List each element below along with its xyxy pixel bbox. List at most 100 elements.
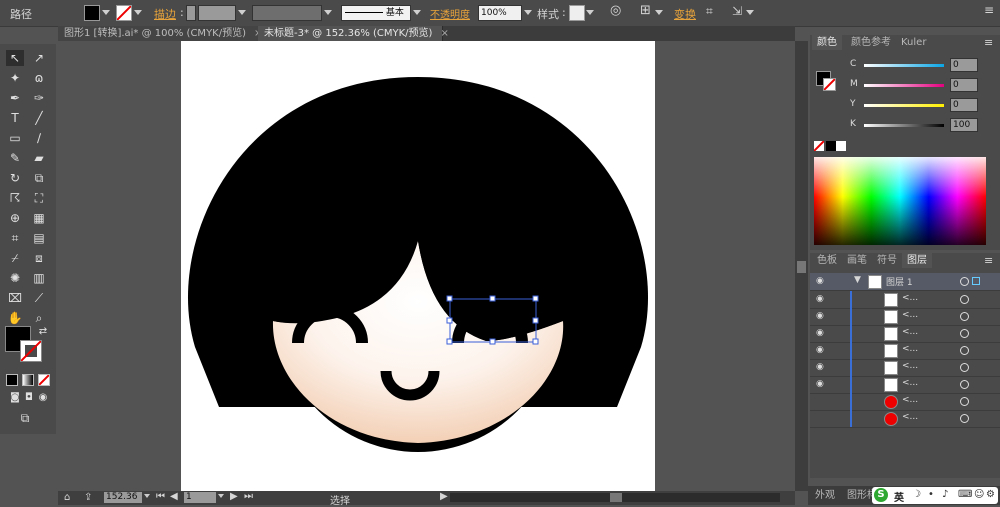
visibility-eye-icon[interactable]: ◉: [816, 328, 824, 338]
tab-symbols[interactable]: 符号: [872, 253, 902, 268]
target-icon[interactable]: [960, 363, 969, 372]
target-icon[interactable]: [960, 380, 969, 389]
chevron-down-icon[interactable]: [238, 10, 246, 15]
transform-label[interactable]: 变换: [674, 6, 696, 22]
layer-row[interactable]: ◉ <...: [810, 308, 1000, 326]
chevron-down-icon[interactable]: [218, 494, 224, 498]
recolor-icon[interactable]: ◎: [610, 3, 621, 18]
zoom-field[interactable]: 152.36: [104, 492, 142, 503]
tab-swatches[interactable]: 色板: [812, 253, 842, 268]
layer-row[interactable]: <...: [810, 393, 1000, 411]
layer-row-main[interactable]: ◉ ▼ 图层 1: [810, 273, 1000, 291]
pencil-icon[interactable]: ✎: [6, 150, 24, 166]
none-swatch[interactable]: [813, 140, 825, 152]
prev-artboard-icon[interactable]: ◀: [170, 491, 178, 502]
tab-document-1[interactable]: 图形1 [转换].ai* @ 100% (CMYK/预览)×: [58, 26, 264, 41]
rectangle-tool-icon[interactable]: ▭: [6, 130, 24, 146]
scroll-thumb[interactable]: [610, 493, 622, 502]
target-icon[interactable]: [960, 397, 969, 406]
chevron-down-icon[interactable]: [586, 10, 594, 15]
tab-document-2[interactable]: 未标题-3* @ 152.36% (CMYK/预览) ×: [258, 26, 449, 41]
artboard-tool-icon[interactable]: ⌧: [6, 290, 24, 306]
symbol-sprayer-icon[interactable]: ✺: [6, 270, 24, 286]
tab-appearance[interactable]: 外观: [810, 488, 840, 503]
eraser-icon[interactable]: ▰: [30, 150, 48, 166]
style-swatch[interactable]: [569, 5, 585, 21]
last-artboard-icon[interactable]: ⏭: [244, 491, 253, 502]
layer-row[interactable]: ◉ <...: [810, 291, 1000, 309]
tab-brushes[interactable]: 画笔: [842, 253, 872, 268]
panel-menu-icon[interactable]: ≡: [984, 3, 994, 17]
face-illustration[interactable]: [181, 41, 655, 491]
layer-row[interactable]: <...: [810, 410, 1000, 428]
tab-layers[interactable]: 图层: [902, 253, 932, 268]
vertical-scrollbar[interactable]: [795, 41, 808, 491]
voice-icon[interactable]: ♪: [942, 489, 948, 500]
chevron-down-icon[interactable]: [413, 10, 421, 15]
chevron-down-icon[interactable]: [324, 10, 332, 15]
selection-indicator[interactable]: [972, 277, 980, 285]
none-mode-icon[interactable]: [38, 374, 50, 386]
stroke-color-box[interactable]: [20, 340, 42, 362]
artboard-field[interactable]: 1: [184, 492, 216, 503]
sublayer-name[interactable]: <...: [902, 361, 918, 371]
gradient-tool-icon[interactable]: ▤: [30, 230, 48, 246]
visibility-eye-icon[interactable]: ◉: [816, 276, 824, 286]
blend-tool-icon[interactable]: ⧈: [30, 250, 48, 266]
paintbrush-icon[interactable]: ∕: [30, 130, 48, 146]
eyedropper-icon[interactable]: ⌿: [6, 250, 24, 266]
free-transform-icon[interactable]: ⛶: [30, 190, 48, 206]
layer-row[interactable]: ◉ <...: [810, 376, 1000, 394]
rotate-tool-icon[interactable]: ↻: [6, 170, 24, 186]
ime-toolbar[interactable]: S 英 ☽ • ♪ ⌨ ☺ ⚙: [872, 487, 998, 504]
sublayer-name[interactable]: <...: [902, 378, 918, 388]
artboard[interactable]: [181, 41, 655, 491]
target-icon[interactable]: [960, 295, 969, 304]
ime-language-label[interactable]: 英: [894, 489, 904, 504]
fill-swatch[interactable]: [84, 5, 100, 21]
white-swatch[interactable]: [836, 141, 846, 151]
value-k[interactable]: 100: [950, 118, 978, 132]
lasso-icon[interactable]: ɷ: [30, 70, 48, 86]
keyboard-icon[interactable]: ⌨: [958, 489, 972, 500]
chevron-down-icon[interactable]: [655, 10, 663, 15]
type-tool-icon[interactable]: T: [6, 110, 24, 126]
ime-logo-icon[interactable]: S: [874, 488, 888, 502]
shape-builder-icon[interactable]: ⊕: [6, 210, 24, 226]
magic-wand-icon[interactable]: ✦: [6, 70, 24, 86]
arrange-icon[interactable]: ⇲: [732, 4, 742, 18]
stroke-label[interactable]: 描边: [154, 6, 176, 22]
scale-tool-icon[interactable]: ⧉: [30, 170, 48, 186]
tab-kuler[interactable]: Kuler: [896, 35, 931, 50]
share-icon[interactable]: ⇪: [84, 492, 92, 503]
align-grid-icon[interactable]: ⊞: [640, 3, 651, 18]
value-m[interactable]: 0: [950, 78, 978, 92]
value-y[interactable]: 0: [950, 98, 978, 112]
artboard-nav-icon[interactable]: ⌂: [64, 492, 70, 503]
pen-tool-icon[interactable]: ✒: [6, 90, 24, 106]
warp-tool-icon[interactable]: ☈: [6, 190, 24, 206]
next-artboard-icon[interactable]: ▶: [230, 491, 238, 502]
variable-width-field[interactable]: [252, 5, 322, 21]
value-c[interactable]: 0: [950, 58, 978, 72]
target-icon[interactable]: [960, 312, 969, 321]
slider-c[interactable]: [864, 64, 944, 67]
stroke-stepper[interactable]: [186, 5, 196, 21]
target-icon[interactable]: [960, 346, 969, 355]
slider-k[interactable]: [864, 124, 944, 127]
chevron-down-icon[interactable]: [134, 10, 142, 15]
slider-m[interactable]: [864, 84, 944, 87]
graph-tool-icon[interactable]: ▥: [30, 270, 48, 286]
chevron-down-icon[interactable]: [746, 10, 754, 15]
curvature-tool-icon[interactable]: ✑: [30, 90, 48, 106]
black-swatch[interactable]: [826, 141, 836, 151]
color-spectrum[interactable]: [814, 157, 986, 245]
document-canvas[interactable]: [58, 41, 795, 491]
chevron-down-icon[interactable]: [524, 10, 532, 15]
direct-selection-tool-icon[interactable]: ↗: [30, 50, 48, 66]
color-mode-icon[interactable]: [6, 374, 18, 386]
visibility-eye-icon[interactable]: ◉: [816, 379, 824, 389]
punctuation-icon[interactable]: •: [928, 489, 934, 500]
layer-row[interactable]: ◉ <...: [810, 325, 1000, 343]
stroke-style-field[interactable]: 基本: [341, 5, 411, 21]
